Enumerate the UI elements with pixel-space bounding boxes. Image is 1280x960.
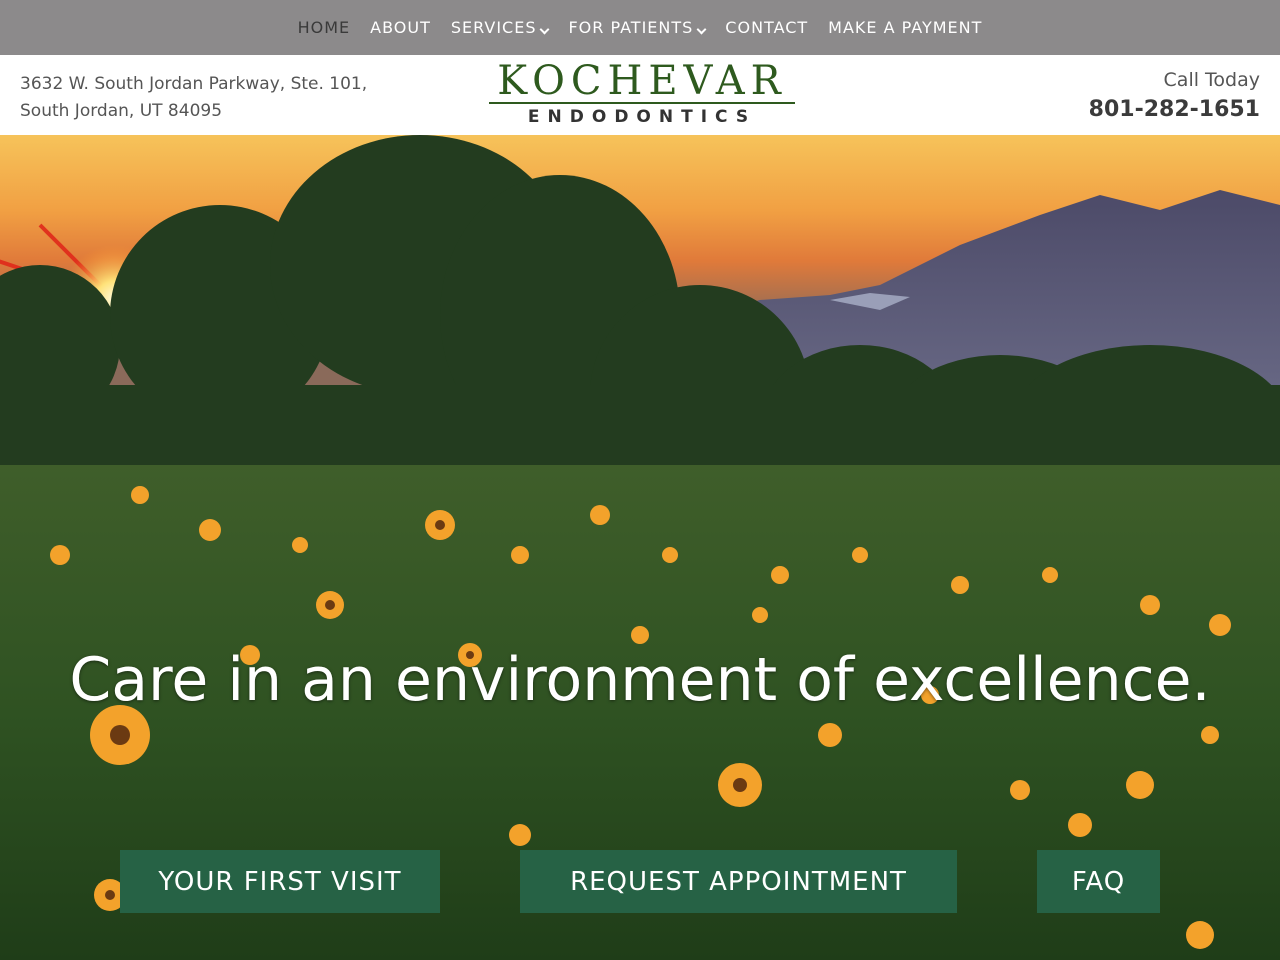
faq-button[interactable]: FAQ [1037, 850, 1160, 913]
nav-about[interactable]: ABOUT [370, 18, 431, 37]
nav-about-label: ABOUT [370, 18, 431, 37]
hero-background-image [0, 135, 1280, 960]
your-first-visit-label: YOUR FIRST VISIT [158, 866, 402, 897]
top-navigation: HOME ABOUT SERVICES FOR PATIENTS CONTACT… [0, 0, 1280, 55]
nav-services[interactable]: SERVICES [450, 18, 550, 37]
nav-home[interactable]: HOME [298, 18, 351, 37]
logo-title: KOCHEVAR [497, 58, 787, 104]
address-line-1: 3632 W. South Jordan Parkway, Ste. 101, [20, 74, 368, 94]
nav-services-label: SERVICES [450, 18, 537, 37]
chevron-down-icon [696, 24, 707, 34]
hero-tagline: Care in an environment of excellence. [69, 645, 1211, 715]
request-appointment-button[interactable]: REQUEST APPOINTMENT [520, 850, 957, 913]
your-first-visit-button[interactable]: YOUR FIRST VISIT [120, 850, 440, 913]
logo[interactable]: KOCHEVAR ENDODONTICS [487, 61, 797, 131]
chevron-down-icon [540, 24, 550, 34]
call-label: Call Today [1163, 69, 1260, 91]
request-appointment-label: REQUEST APPOINTMENT [570, 866, 907, 897]
nav-make-payment-label: MAKE A PAYMENT [828, 18, 983, 37]
hero-banner: Care in an environment of excellence. YO… [0, 135, 1280, 960]
faq-label: FAQ [1071, 866, 1126, 897]
nav-contact-label: CONTACT [725, 18, 809, 37]
nav-home-label: HOME [297, 18, 351, 37]
nav-for-patients-label: FOR PATIENTS [568, 18, 694, 37]
logo-subtitle: ENDODONTICS [527, 107, 757, 127]
address: 3632 W. South Jordan Parkway, Ste. 101, … [20, 71, 367, 125]
nav-for-patients[interactable]: FOR PATIENTS [568, 18, 707, 37]
nav-contact[interactable]: CONTACT [725, 18, 808, 37]
site-header: 3632 W. South Jordan Parkway, Ste. 101, … [0, 55, 1280, 135]
address-line-2: South Jordan, UT 84095 [20, 101, 223, 121]
nav-make-payment[interactable]: MAKE A PAYMENT [828, 18, 982, 37]
call-block: Call Today 801-282-1651 [1089, 69, 1260, 122]
phone-link[interactable]: 801-282-1651 [1089, 97, 1260, 122]
